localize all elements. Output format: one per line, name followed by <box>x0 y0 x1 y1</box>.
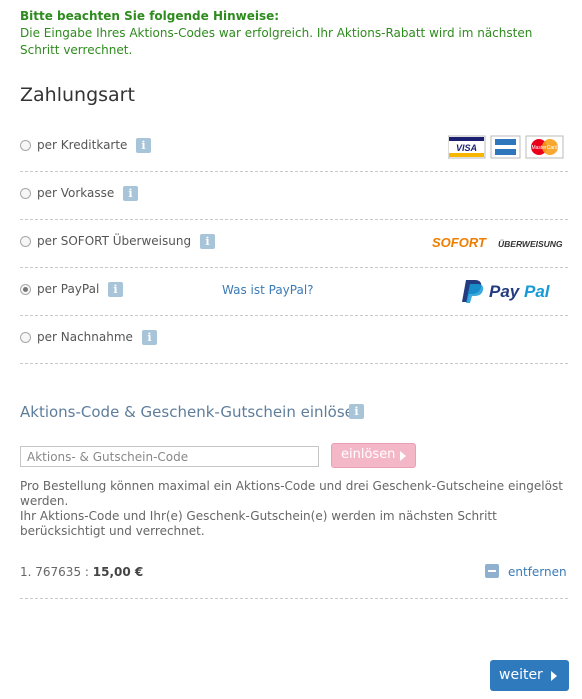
info-icon[interactable]: i <box>136 138 151 153</box>
redeem-button[interactable]: einlösen <box>331 443 416 468</box>
voucher-hint-line: Pro Bestellung können maximal ein Aktion… <box>20 479 563 508</box>
payment-label-sofort: per SOFORT Überweisung <box>37 234 192 248</box>
voucher-code-input[interactable] <box>20 446 319 467</box>
paypal-logo-text-a: Pay <box>489 282 521 301</box>
remove-code-button[interactable]: entfernen <box>485 564 567 579</box>
paypal-logo: Pay Pal <box>462 278 564 308</box>
applied-code-id: 1. 767635 : <box>20 565 89 579</box>
payment-option-paypal[interactable]: per PayPal i Was ist PayPal? Pay Pal <box>20 267 568 316</box>
notice-title: Bitte beachten Sie folgende Hinweise: <box>20 9 280 23</box>
radio-sofort[interactable] <box>20 236 31 247</box>
arrow-right-icon <box>400 451 406 461</box>
next-button[interactable]: weiter <box>490 660 569 691</box>
voucher-heading: Aktions-Code & Geschenk-Gutschein einlös… <box>20 403 364 421</box>
credit-card-logos: VISA MasterCard <box>447 135 564 163</box>
sofort-logo-icon: SOFORT ÜBERWEISUNG <box>432 235 563 250</box>
info-icon[interactable]: i <box>123 186 138 201</box>
payment-label-paypal: per PayPal <box>37 282 100 296</box>
payment-option-sofort[interactable]: per SOFORT Überweisung i SOFORT ÜBERWEIS… <box>20 219 568 268</box>
minus-icon <box>485 564 499 578</box>
what-is-paypal-link[interactable]: Was ist PayPal? <box>222 283 314 297</box>
payment-heading: Zahlungsart <box>20 84 135 106</box>
radio-vorkasse[interactable] <box>20 188 31 199</box>
radio-paypal[interactable] <box>20 284 31 295</box>
payment-option-kreditkarte[interactable]: per Kreditkarte i VISA MasterCard <box>20 123 568 172</box>
radio-nachnahme[interactable] <box>20 332 31 343</box>
payment-label-nachnahme: per Nachnahme <box>37 330 133 344</box>
credit-card-logos-icon: VISA MasterCard <box>447 135 564 159</box>
info-icon[interactable]: i <box>200 234 215 249</box>
info-icon[interactable]: i <box>142 330 157 345</box>
applied-code-amount: 15,00 € <box>92 565 144 579</box>
visa-logo-text: VISA <box>456 143 477 153</box>
payment-option-vorkasse[interactable]: per Vorkasse i <box>20 171 568 220</box>
payment-label-kreditkarte: per Kreditkarte <box>37 138 128 152</box>
payment-label-vorkasse: per Vorkasse <box>37 186 115 200</box>
divider <box>20 598 568 599</box>
voucher-hint-line: Ihr Aktions-Code und Ihr(e) Geschenk-Gut… <box>20 509 497 538</box>
sofort-logo-text: SOFORT <box>432 235 487 250</box>
next-button-label: weiter <box>499 667 543 683</box>
applied-code: 1. 767635 : 15,00 € <box>20 565 143 579</box>
paypal-logo-icon: Pay Pal <box>462 280 551 303</box>
voucher-hint: Pro Bestellung können maximal ein Aktion… <box>20 479 565 539</box>
payment-option-nachnahme[interactable]: per Nachnahme i <box>20 315 568 364</box>
sofort-logo-subtext: ÜBERWEISUNG <box>498 239 563 249</box>
notice-text: Die Eingabe Ihres Aktions-Codes war erfo… <box>20 26 533 57</box>
info-icon[interactable]: i <box>349 404 364 419</box>
redeem-button-label: einlösen <box>341 447 396 462</box>
mastercard-logo-text: MasterCard <box>531 145 557 151</box>
paypal-logo-text-b: Pal <box>524 282 551 301</box>
arrow-right-icon <box>551 671 557 681</box>
sofort-logo: SOFORT ÜBERWEISUNG <box>432 234 564 256</box>
remove-code-label: entfernen <box>508 565 567 579</box>
radio-kreditkarte[interactable] <box>20 140 31 151</box>
info-icon[interactable]: i <box>108 282 123 297</box>
notice-box: Bitte beachten Sie folgende Hinweise: Di… <box>20 8 560 59</box>
